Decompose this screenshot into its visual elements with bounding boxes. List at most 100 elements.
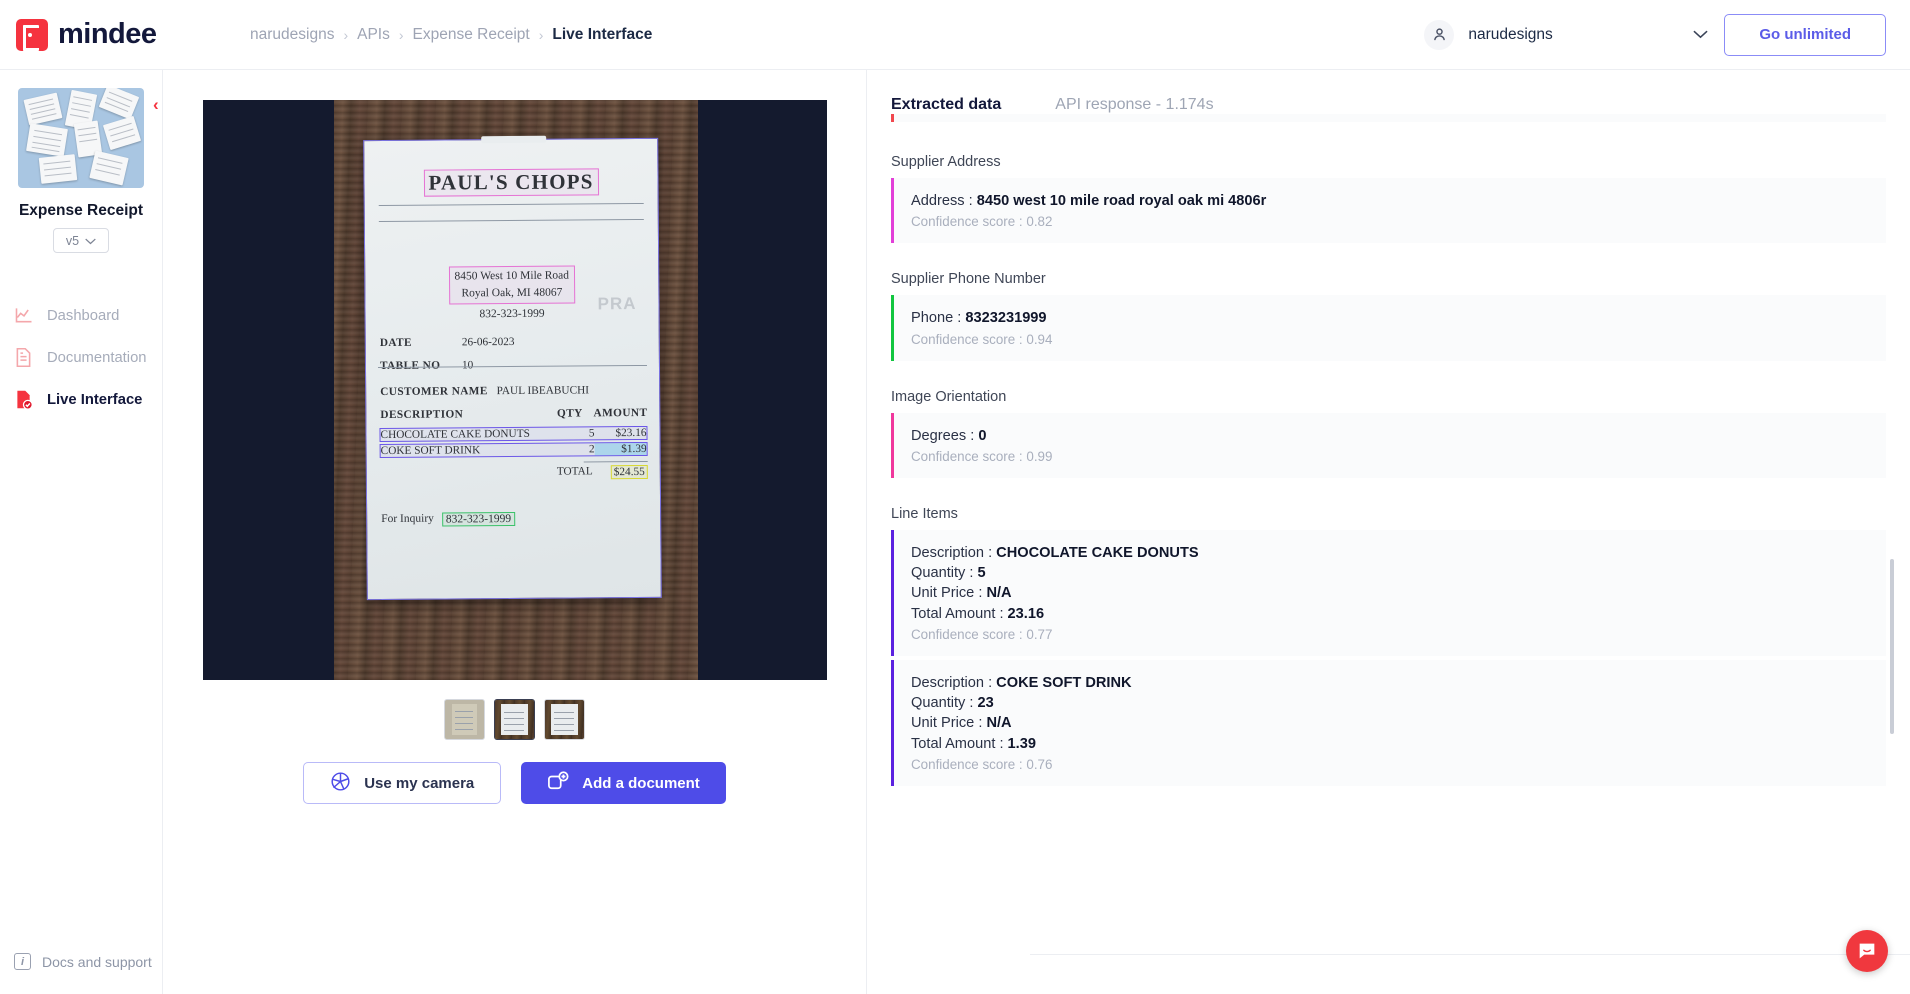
info-icon: i [14, 953, 31, 970]
field-key: Unit Price [911, 715, 975, 732]
sidebar-nav: Dashboard Documentation Live Interface [0, 295, 162, 421]
document-check-icon [14, 389, 34, 411]
receipt-customer-label: CUSTOMER NAME [379, 385, 488, 399]
field-value: 23 [977, 695, 994, 712]
add-a-document-label: Add a document [582, 774, 700, 792]
model-card: Expense Receipt v5 [0, 70, 162, 253]
receipt-watermark: PRA [597, 294, 637, 314]
receipt-item-amount: $1.39 [594, 442, 647, 456]
receipt-item-description: CHOCOLATE CAKE DONUTS [379, 427, 530, 442]
receipt-total-label: TOTAL [556, 465, 593, 478]
brand-name: mindee [58, 18, 157, 50]
receipt-date-label: DATE [379, 336, 412, 350]
top-bar: mindee narudesigns › APIs › Expense Rece… [0, 0, 1910, 70]
account-name: narudesigns [1468, 25, 1553, 43]
thumbnail-2[interactable] [494, 699, 535, 740]
confidence-score: Confidence score : 0.94 [911, 331, 1053, 347]
field-key: Total Amount [911, 735, 996, 752]
receipt-inquiry-label: For Inquiry [380, 512, 434, 526]
add-a-document-button[interactable]: Add a document [521, 762, 726, 804]
field-value: 1.39 [1007, 735, 1036, 752]
breadcrumb-separator-icon: › [538, 26, 544, 43]
confidence-score: Confidence score : 0.77 [911, 626, 1053, 642]
go-unlimited-button[interactable]: Go unlimited [1724, 13, 1886, 56]
thumbnail-3[interactable] [544, 699, 585, 740]
sidebar-item-dashboard[interactable]: Dashboard [0, 295, 162, 337]
field-line: Quantity : 23 [911, 695, 994, 712]
field-key: Description [911, 674, 984, 691]
field-line: Unit Price : N/A [911, 715, 1012, 732]
sidebar-item-documentation[interactable]: Documentation [0, 337, 162, 379]
receipt-inquiry: For Inquiry 832-323-1999 [380, 511, 515, 527]
field-group-line-items: Line Items Description : CHOCOLATE CAKE … [891, 506, 1886, 656]
receipt-line-item: CHOCOLATE CAKE DONUTS 5 $23.16 [378, 425, 648, 443]
breadcrumb-item-expense-receipt[interactable]: Expense Receipt [413, 26, 530, 44]
field-key: Degrees [911, 427, 967, 444]
field-label: Line Items [891, 505, 958, 522]
breadcrumb-separator-icon: › [398, 26, 404, 43]
field-key: Address [911, 193, 965, 210]
breadcrumb-item-live-interface[interactable]: Live Interface [552, 26, 652, 44]
field-value: 23.16 [1007, 605, 1045, 622]
field-line: Description : COKE SOFT DRINK [911, 674, 1132, 691]
field-value: 5 [977, 565, 986, 582]
account-menu[interactable]: narudesigns [1414, 14, 1724, 56]
field-line: Quantity : 5 [911, 565, 986, 582]
confidence-score: Confidence score : 0.99 [911, 448, 1053, 464]
top-bar-right: narudesigns Go unlimited [1414, 13, 1910, 56]
field-value: N/A [986, 585, 1012, 602]
intercom-chat-icon[interactable] [1846, 930, 1888, 972]
mindee-logo-icon [16, 18, 48, 51]
confidence-score: Confidence score : 0.76 [911, 756, 1053, 772]
use-my-camera-button[interactable]: Use my camera [303, 762, 502, 804]
docs-and-support-link[interactable]: i Docs and support [0, 953, 162, 994]
fields-scroll-area[interactable]: - Supplier Address Address : 8450 west 1… [867, 114, 1910, 994]
field-card: Description : COKE SOFT DRINK Quantity :… [891, 659, 1886, 786]
sidebar-item-label: Live Interface [47, 392, 143, 408]
camera-aperture-icon [330, 771, 351, 796]
receipt-date-value: 26-06-2023 [461, 335, 515, 349]
document-viewer: PAUL'S CHOPS 8450 West 10 Mile Road Roya… [163, 70, 867, 994]
body-row: ‹ Expense Receipt v5 Dashboard Documenta… [0, 70, 1910, 994]
sidebar-collapse-icon[interactable]: ‹ [153, 96, 171, 114]
breadcrumb-item-apis[interactable]: APIs [357, 26, 390, 44]
docs-and-support-label: Docs and support [42, 953, 152, 970]
model-version-selector[interactable]: v5 [53, 228, 109, 253]
sidebar-item-label: Dashboard [47, 308, 120, 324]
viewer-actions: Use my camera Add a document [303, 762, 726, 804]
receipt-customer-value: PAUL IBEABUCHI [496, 384, 589, 398]
brand-logo[interactable]: mindee [0, 18, 200, 51]
sidebar-item-label: Documentation [47, 350, 147, 366]
tab-extracted-data[interactable]: Extracted data [891, 96, 1001, 114]
field-line: Address : 8450 west 10 mile road royal o… [911, 193, 1267, 210]
field-label: Supplier Phone Number [891, 271, 1046, 288]
receipt-address-line1: 8450 West 10 Mile Road [453, 269, 569, 283]
field-line: Phone : 8323231999 [911, 310, 1047, 327]
panel-scrollbar[interactable] [1890, 559, 1894, 734]
field-line: Total Amount : 1.39 [911, 735, 1036, 752]
use-my-camera-label: Use my camera [364, 774, 475, 792]
field-label: Supplier Address [891, 154, 1001, 171]
receipt-item-amount: $23.16 [614, 426, 647, 440]
breadcrumb-item-narudesigns[interactable]: narudesigns [250, 26, 334, 44]
field-card: Description : CHOCOLATE CAKE DONUTS Quan… [891, 529, 1886, 656]
receipt-phone: 832-323-1999 [478, 307, 545, 321]
sidebar-item-live-interface[interactable]: Live Interface [0, 379, 162, 421]
receipt-inquiry-value: 832-323-1999 [441, 511, 515, 527]
field-group-truncated: - [891, 114, 1886, 123]
field-group-image-orientation: Image Orientation Degrees : 0 Confidence… [891, 389, 1886, 478]
field-key: Unit Price [911, 585, 975, 602]
thumbnail-1[interactable] [444, 699, 485, 740]
receipt-line-item: COKE SOFT DRINK 2 $1.39 [379, 441, 648, 459]
field-value: COKE SOFT DRINK [996, 674, 1132, 691]
extracted-data-panel: Extracted data API response - 1.174s - S… [867, 70, 1910, 994]
field-key: Phone [911, 310, 954, 327]
field-line: Degrees : 0 [911, 427, 987, 444]
receipt-image: PAUL'S CHOPS 8450 West 10 Mile Road Roya… [362, 137, 662, 601]
document-preview[interactable]: PAUL'S CHOPS 8450 West 10 Mile Road Roya… [202, 100, 827, 680]
field-group-supplier-address: Supplier Address Address : 8450 west 10 … [891, 154, 1886, 244]
field-key: Quantity [911, 565, 966, 582]
tab-api-response[interactable]: API response - 1.174s [1055, 96, 1213, 114]
fields-list: - Supplier Address Address : 8450 west 1… [891, 114, 1886, 814]
app-root: mindee narudesigns › APIs › Expense Rece… [0, 0, 1910, 994]
